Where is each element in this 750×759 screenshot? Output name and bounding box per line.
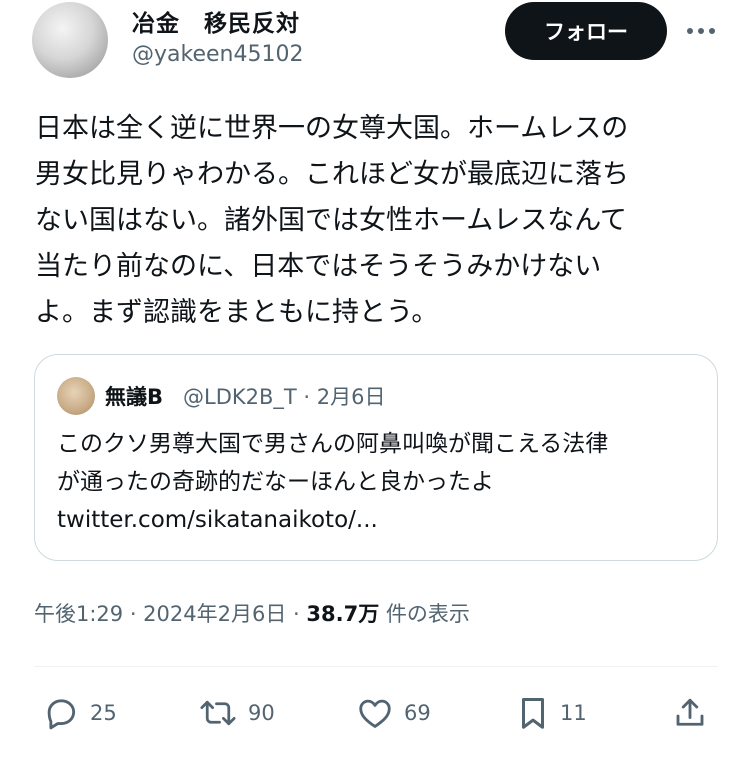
quoted-author-name: 無議B [105, 385, 164, 409]
like-button[interactable]: 69 [356, 690, 431, 736]
author-avatar[interactable] [32, 2, 108, 78]
bookmark-count: 11 [560, 701, 587, 725]
follow-button[interactable]: フォロー [505, 2, 667, 60]
reply-count: 25 [90, 701, 117, 725]
tweet-meta: 午後1:29 · 2024年2月6日 · 38.7万 件の表示 [34, 598, 470, 628]
retweet-icon [198, 694, 238, 732]
tweet-text: 日本は全く逆に世界一の女尊大国。ホームレスの 男女比見りゃわかる。これほど女が最… [35, 113, 629, 328]
quoted-author-meta: @LDK2B_T · 2月6日 [183, 385, 386, 409]
view-count-label: 件の表示 [379, 602, 470, 626]
quoted-tweet[interactable]: 無議B @LDK2B_T · 2月6日 このクソ男尊大国で男さんの阿鼻叫喚が聞こ… [34, 354, 718, 561]
reply-icon [42, 694, 80, 732]
retweet-button[interactable]: 90 [198, 690, 275, 736]
like-count: 69 [404, 701, 431, 725]
more-icon[interactable] [686, 16, 716, 46]
tweet-timestamp[interactable]: 午後1:29 · 2024年2月6日 · [34, 602, 306, 626]
quoted-author-avatar [57, 377, 95, 415]
tweet-header: 冶金 移民反対 @yakeen45102 フォロー [0, 0, 750, 90]
share-icon [672, 694, 708, 732]
view-count: 38.7万 [306, 602, 380, 626]
author-display-name[interactable]: 冶金 移民反対 [132, 4, 300, 38]
retweet-count: 90 [248, 701, 275, 725]
author-handle[interactable]: @yakeen45102 [132, 42, 303, 67]
reply-button[interactable]: 25 [42, 690, 117, 736]
heart-icon [356, 694, 394, 732]
bookmark-icon [516, 694, 550, 732]
divider [34, 666, 718, 667]
bookmark-button[interactable]: 11 [516, 690, 587, 736]
quoted-tweet-text: このクソ男尊大国で男さんの阿鼻叫喚が聞こえる法律 が通ったの奇跡的だなーほんと良… [57, 431, 609, 533]
share-button[interactable] [672, 690, 708, 736]
action-bar: 25 90 69 11 [0, 690, 750, 740]
